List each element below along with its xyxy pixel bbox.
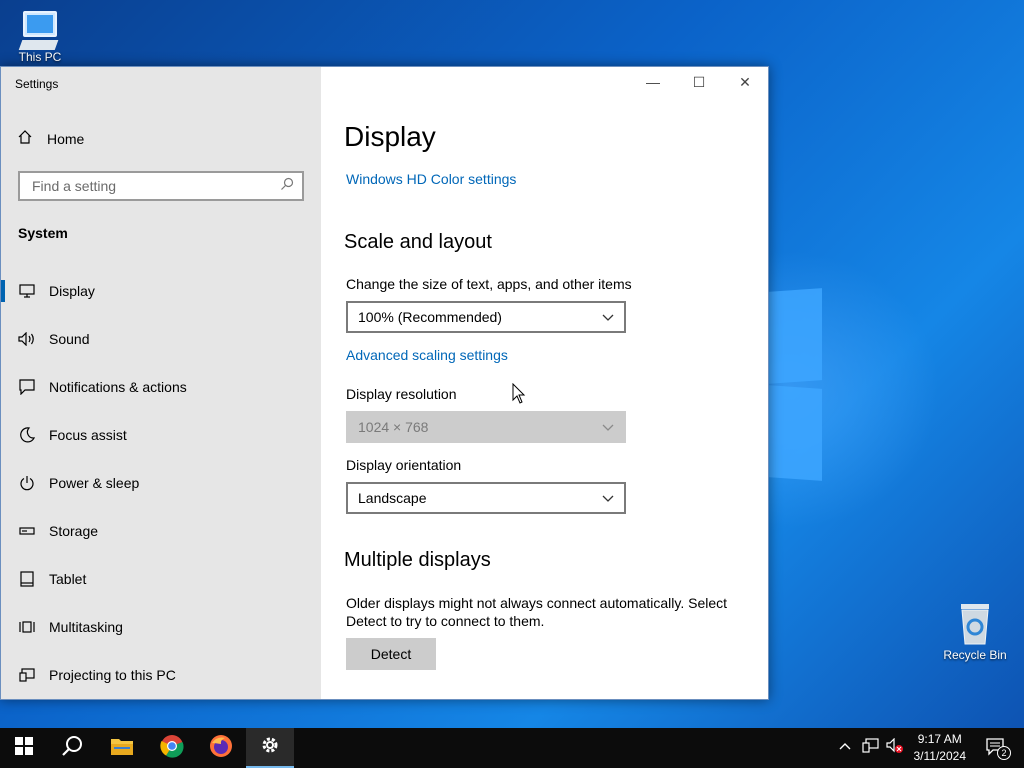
sidebar-item-label: Sound (49, 331, 90, 347)
windows-logo-pane-bottom (768, 385, 822, 481)
recycle-bin-icon (953, 600, 997, 648)
sidebar-item-sound[interactable]: Sound (1, 315, 321, 363)
sidebar-item-notifications[interactable]: Notifications & actions (1, 363, 321, 411)
sidebar-item-label: Multitasking (49, 619, 123, 635)
notification-count-badge: 2 (997, 746, 1011, 760)
notification-icon (17, 379, 37, 395)
sidebar-item-display[interactable]: Display (1, 267, 321, 315)
desktop-icon-recycle-bin[interactable]: Recycle Bin (935, 600, 1015, 662)
desktop-icon-this-pc[interactable]: This PC (0, 8, 80, 64)
window-controls: — ☐ ✕ (630, 67, 768, 97)
gear-icon (260, 735, 280, 760)
sidebar-item-label: Storage (49, 523, 99, 539)
network-icon[interactable] (862, 738, 880, 757)
start-button[interactable] (0, 728, 48, 768)
sidebar: Settings Home System Display Sound (1, 67, 321, 699)
taskbar-search-button[interactable] (48, 728, 96, 768)
orientation-label: Display orientation (346, 457, 462, 473)
scale-value: 100% (Recommended) (358, 309, 502, 325)
resolution-dropdown: 1024 × 768 (346, 411, 626, 443)
page-title: Display (344, 121, 436, 152)
minimize-button[interactable]: — (630, 67, 676, 97)
sidebar-item-label: Power & sleep (49, 475, 140, 491)
orientation-dropdown[interactable]: Landscape (346, 482, 626, 514)
mouse-cursor-icon (512, 382, 526, 410)
computer-icon (18, 8, 62, 54)
sidebar-item-projecting[interactable]: Projecting to this PC (1, 651, 321, 699)
multiple-displays-heading: Multiple displays (344, 549, 491, 571)
sidebar-item-focus-assist[interactable]: Focus assist (1, 411, 321, 459)
settings-taskbar-button[interactable] (246, 728, 294, 768)
folder-icon (110, 736, 134, 761)
sidebar-item-label: Focus assist (49, 427, 127, 443)
sidebar-item-multitasking[interactable]: Multitasking (1, 603, 321, 651)
sidebar-item-storage[interactable]: Storage (1, 507, 321, 555)
clock-date: 3/11/2024 (913, 749, 967, 763)
resolution-value: 1024 × 768 (358, 419, 429, 435)
close-button[interactable]: ✕ (722, 67, 768, 97)
sidebar-nav: Display Sound Notifications & actions Fo… (1, 267, 321, 699)
chevron-down-icon (602, 309, 614, 325)
windows-logo-pane-top (768, 288, 822, 384)
chrome-button[interactable] (148, 728, 196, 768)
settings-window: Settings Home System Display Sound (0, 66, 769, 700)
monitor-icon (17, 284, 37, 298)
file-explorer-button[interactable] (98, 728, 146, 768)
volume-muted-icon[interactable] (886, 737, 904, 757)
resolution-label: Display resolution (346, 386, 457, 402)
chevron-down-icon (602, 490, 614, 506)
sidebar-item-label: Display (49, 283, 95, 299)
storage-icon (17, 526, 37, 536)
firefox-button[interactable] (197, 728, 245, 768)
projecting-icon (17, 668, 37, 682)
taskbar-clock[interactable]: 9:17 AM 3/11/2024 (914, 731, 967, 765)
clock-time: 9:17 AM (917, 732, 962, 746)
tablet-icon (17, 571, 37, 587)
advanced-scaling-link[interactable]: Advanced scaling settings (346, 347, 508, 363)
orientation-value: Landscape (358, 490, 427, 506)
hd-color-settings-link[interactable]: Windows HD Color settings (346, 171, 516, 187)
sidebar-item-power-sleep[interactable]: Power & sleep (1, 459, 321, 507)
multitasking-icon (17, 619, 37, 635)
detect-button[interactable]: Detect (346, 638, 436, 670)
search-icon (61, 735, 83, 762)
search-icon[interactable] (280, 177, 294, 196)
scale-label: Change the size of text, apps, and other… (346, 276, 632, 292)
speaker-icon (17, 332, 37, 346)
window-title: Settings (15, 77, 59, 91)
sidebar-item-label: Tablet (49, 571, 87, 587)
desktop-icon-label: This PC (18, 50, 62, 64)
desktop-icon-label: Recycle Bin (943, 648, 1007, 662)
windows-start-icon (15, 736, 33, 760)
sidebar-home[interactable]: Home (17, 129, 84, 148)
scale-layout-heading: Scale and layout (344, 231, 492, 253)
taskbar: 9:17 AM 3/11/2024 2 (0, 728, 1024, 768)
sidebar-item-label: Notifications & actions (49, 379, 187, 395)
chrome-icon (160, 734, 184, 763)
maximize-button[interactable]: ☐ (676, 67, 722, 97)
multiple-displays-desc-2: Detect to try to connect to them. (346, 613, 545, 629)
home-label: Home (47, 130, 85, 147)
sidebar-item-tablet[interactable]: Tablet (1, 555, 321, 603)
section-title-system: System (18, 225, 68, 241)
action-center-button[interactable]: 2 (986, 738, 1011, 761)
search-box[interactable] (18, 171, 304, 201)
scale-dropdown[interactable]: 100% (Recommended) (346, 301, 626, 333)
chevron-down-icon (602, 419, 614, 435)
multiple-displays-desc-1: Older displays might not always connect … (346, 595, 728, 611)
sidebar-item-label: Projecting to this PC (49, 667, 176, 683)
power-icon (17, 475, 37, 491)
firefox-icon (209, 734, 233, 763)
search-input[interactable] (30, 177, 280, 195)
home-icon (17, 129, 33, 148)
moon-icon (17, 427, 37, 443)
chevron-up-icon[interactable] (839, 738, 851, 753)
